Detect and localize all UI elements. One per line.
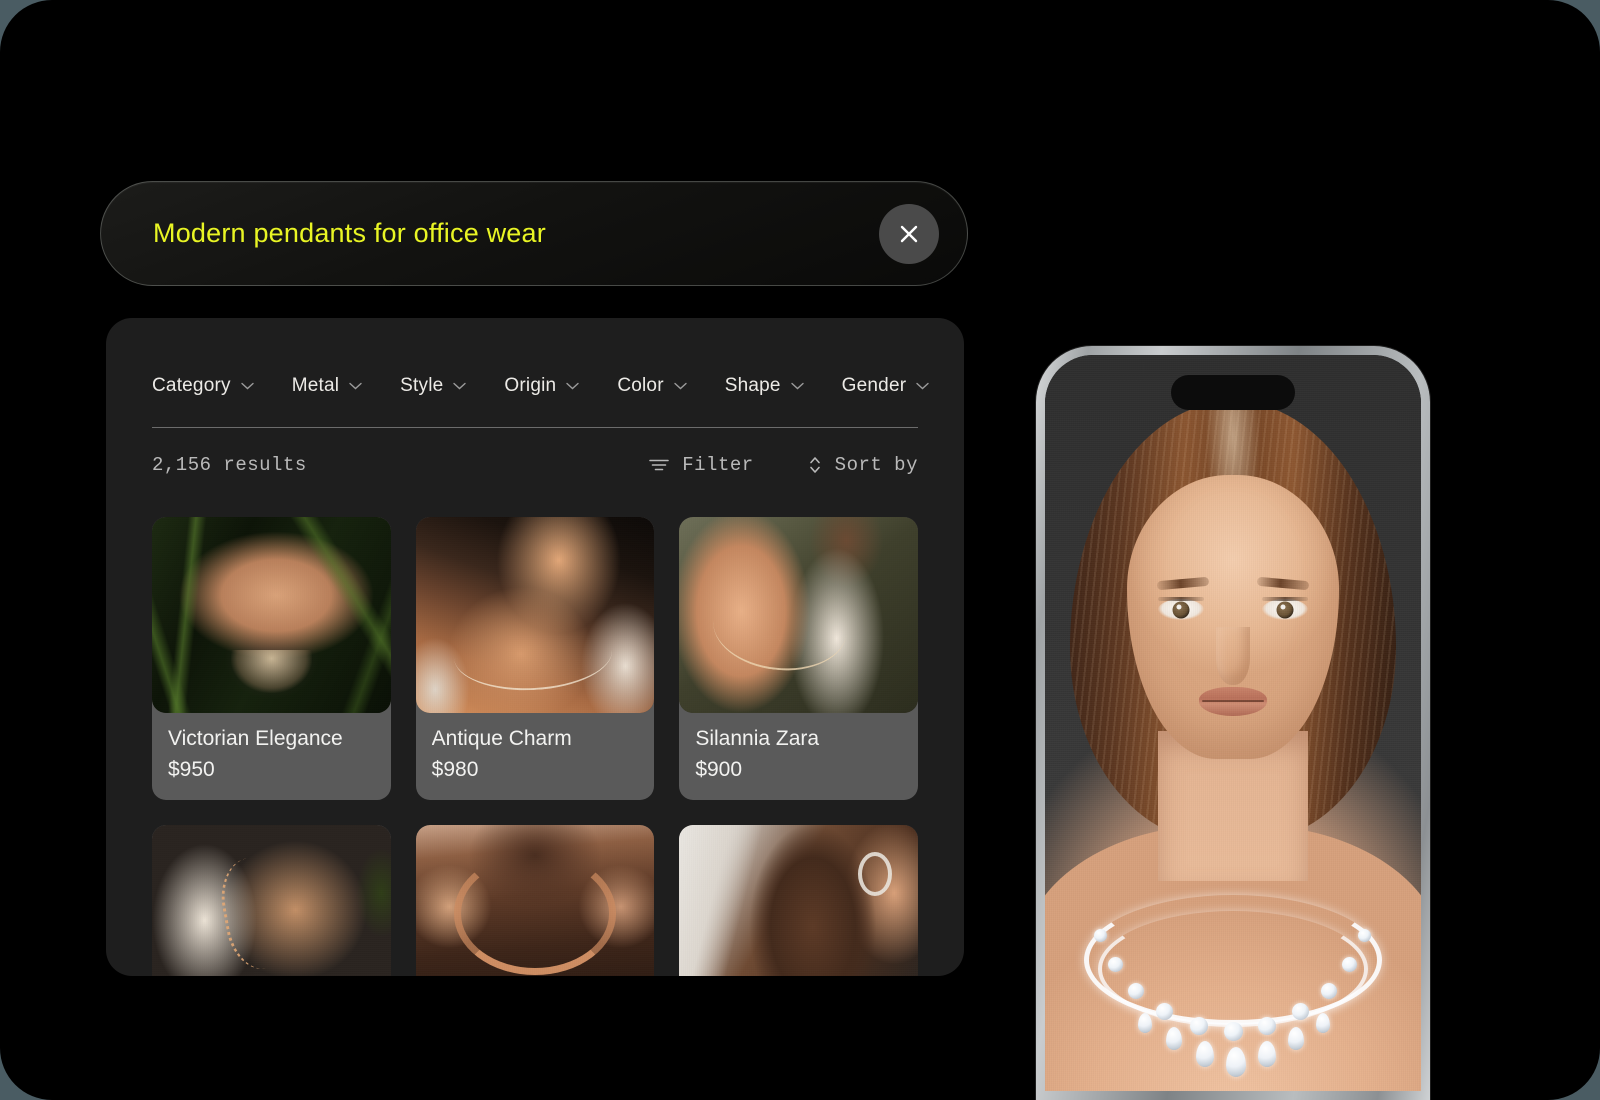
product-card[interactable] bbox=[152, 825, 391, 976]
results-count: 2,156 results bbox=[152, 454, 307, 476]
product-price: $900 bbox=[695, 758, 743, 781]
search-clear-button[interactable] bbox=[879, 203, 939, 264]
product-info: Antique Charm $980 bbox=[416, 713, 655, 800]
product-price: $950 bbox=[168, 758, 215, 781]
app-canvas: Modern pendants for office wear Category… bbox=[0, 0, 1600, 1100]
filter-label: Metal bbox=[291, 375, 340, 396]
filter-label: Category bbox=[152, 375, 231, 396]
product-info: Silannia Zara $900 bbox=[679, 713, 918, 800]
phone-mockup bbox=[1036, 346, 1430, 1100]
meta-actions: Filter Sort by bbox=[649, 454, 918, 476]
filter-metal[interactable]: Metal bbox=[292, 375, 362, 397]
chevron-down-icon bbox=[349, 382, 362, 390]
sort-button[interactable]: Sort by bbox=[808, 454, 918, 476]
filter-label: Origin bbox=[504, 375, 557, 396]
chevron-down-icon bbox=[916, 382, 929, 390]
product-card[interactable]: Victorian Elegance $950 bbox=[152, 517, 391, 800]
phone-frame bbox=[1045, 355, 1421, 1091]
filter-lines-icon bbox=[649, 459, 670, 471]
results-panel: Category Metal Style Origin Color Shape bbox=[106, 318, 964, 976]
sort-button-label: Sort by bbox=[834, 454, 918, 476]
product-image bbox=[415, 517, 655, 713]
filter-label: Shape bbox=[724, 375, 781, 396]
filter-category[interactable]: Category bbox=[152, 375, 254, 397]
search-input[interactable]: Modern pendants for office wear bbox=[153, 218, 879, 249]
chevron-down-icon bbox=[241, 382, 254, 390]
product-info: Victorian Elegance $950 bbox=[152, 713, 391, 800]
product-card[interactable]: Antique Charm $980 bbox=[415, 517, 655, 800]
diamond-necklace bbox=[1078, 895, 1388, 1085]
product-image bbox=[152, 825, 391, 976]
chevron-down-icon bbox=[453, 382, 467, 390]
product-title: Silannia Zara bbox=[695, 727, 820, 750]
filter-color[interactable]: Color bbox=[617, 375, 687, 397]
product-image bbox=[679, 825, 918, 976]
filter-gender[interactable]: Gender bbox=[842, 375, 930, 397]
product-grid: Victorian Elegance $950 Antique Charm $9… bbox=[152, 517, 918, 976]
filter-label: Color bbox=[617, 375, 664, 396]
product-image bbox=[679, 517, 918, 713]
phone-screen[interactable] bbox=[1045, 355, 1421, 1091]
dynamic-island bbox=[1171, 375, 1295, 410]
filter-label: Style bbox=[400, 375, 444, 396]
product-image bbox=[415, 825, 655, 976]
filter-label: Gender bbox=[841, 375, 907, 396]
filter-button[interactable]: Filter bbox=[649, 454, 753, 476]
product-card[interactable] bbox=[679, 825, 918, 976]
filter-shape[interactable]: Shape bbox=[725, 375, 804, 397]
filter-style[interactable]: Style bbox=[400, 375, 467, 397]
close-icon bbox=[900, 225, 918, 242]
chevron-down-icon bbox=[566, 382, 580, 390]
product-card[interactable] bbox=[415, 825, 655, 976]
product-card[interactable]: Silannia Zara $900 bbox=[679, 517, 918, 800]
product-price: $980 bbox=[431, 758, 479, 781]
filter-origin[interactable]: Origin bbox=[504, 375, 580, 397]
chevron-down-icon bbox=[674, 382, 687, 390]
results-meta-row: 2,156 results Filter Sort by bbox=[152, 428, 918, 502]
sort-chevrons-icon bbox=[809, 457, 820, 473]
product-title: Victorian Elegance bbox=[168, 727, 343, 750]
filter-bar: Category Metal Style Origin Color Shape bbox=[152, 318, 929, 414]
search-bar[interactable]: Modern pendants for office wear bbox=[100, 181, 968, 286]
filter-button-label: Filter bbox=[682, 454, 754, 476]
product-title: Antique Charm bbox=[431, 727, 572, 750]
chevron-down-icon bbox=[790, 382, 804, 390]
product-image bbox=[152, 517, 391, 713]
